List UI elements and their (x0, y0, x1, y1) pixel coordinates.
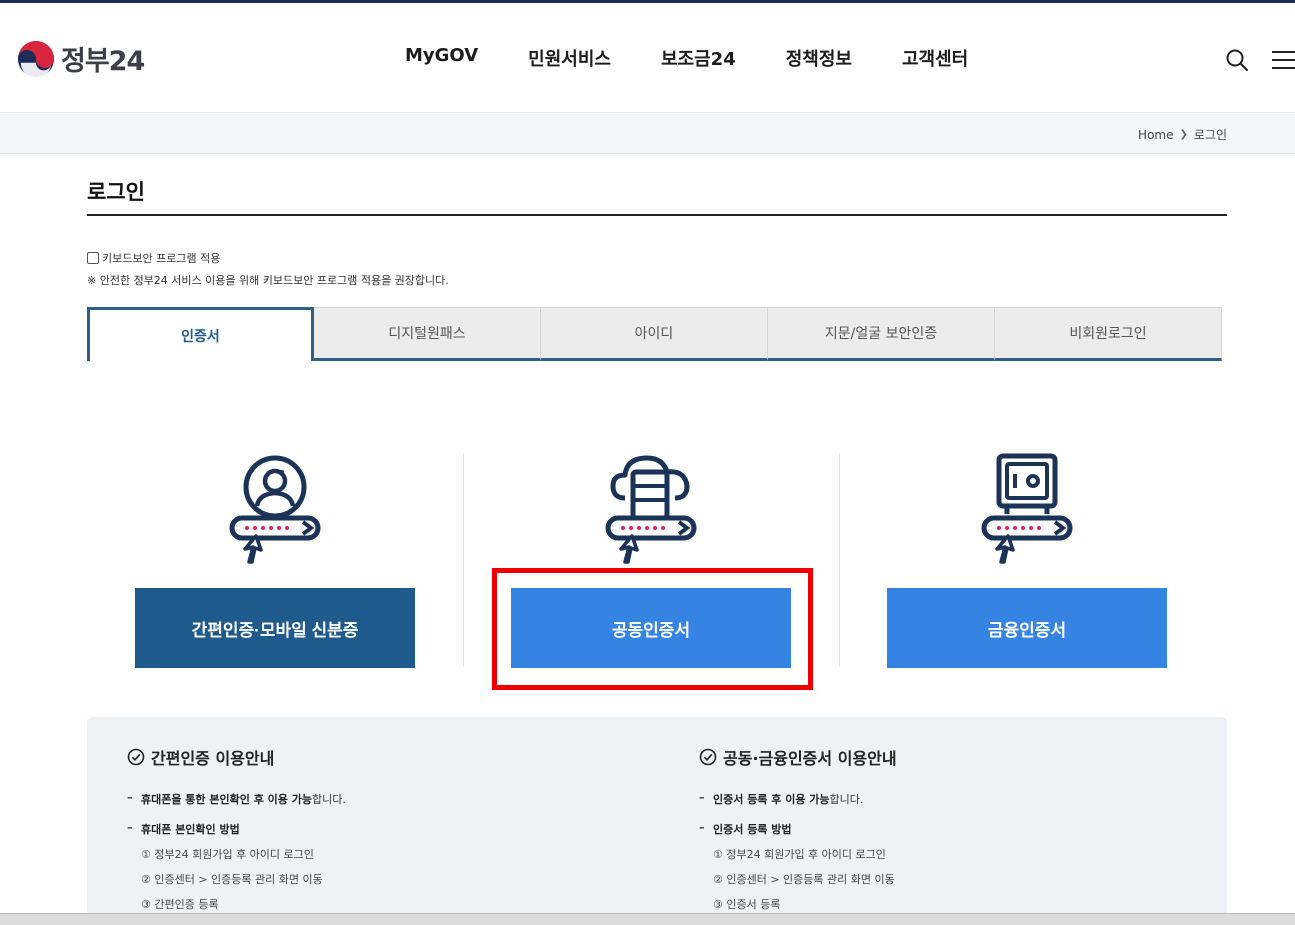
breadcrumb-bar: Home ❯ 로그인 (0, 114, 1295, 154)
check-circle-icon (699, 748, 717, 766)
tab-certificate[interactable]: 인증서 (87, 307, 314, 361)
tab-digital-onepass[interactable]: 디지털원패스 (314, 307, 541, 361)
person-login-icon (229, 455, 321, 564)
title-divider (87, 214, 1227, 216)
guide-step: ① 정부24 회원가입 후 아이디 로그인 (141, 848, 314, 861)
simple-auth-guide: 간편인증 이용안내 – 휴대폰을 통한 본인확인 후 이용 가능합니다. – 휴… (127, 745, 346, 912)
search-icon[interactable] (1225, 48, 1249, 72)
nav-civil-service[interactable]: 민원서비스 (528, 45, 611, 71)
chevron-right-icon: ❯ (1179, 129, 1188, 140)
breadcrumb-current: 로그인 (1193, 128, 1227, 142)
breadcrumb-home[interactable]: Home (1138, 128, 1173, 142)
keyboard-security-section: 키보드보안 프로그램 적용 ※ 안전한 정부24 서비스 이용을 위해 키보드보… (87, 250, 449, 288)
dash-icon: – (699, 791, 705, 804)
main-nav: MyGOV 민원서비스 보조금24 정책정보 고객센터 (405, 45, 968, 71)
simple-auth-mobile-id-button[interactable]: 간편인증·모바일 신분증 (135, 588, 415, 668)
guide-line-bold: 인증서 등록 후 이용 가능 (713, 793, 830, 806)
breadcrumb: Home ❯ 로그인 (1138, 126, 1227, 143)
login-option-joint-certificate: 공동인증서 (511, 450, 791, 668)
site-header: 정부24 MyGOV 민원서비스 보조금24 정책정보 고객센터 (0, 3, 1295, 113)
guide-step: ③ 인증서 등록 (713, 898, 781, 911)
page-title: 로그인 (87, 180, 145, 204)
tab-biometric[interactable]: 지문/얼굴 보안인증 (768, 307, 995, 361)
keyboard-security-checkbox[interactable] (87, 252, 99, 264)
dash-icon: – (127, 791, 133, 804)
guide-title: 간편인증 이용안내 (151, 749, 275, 768)
guide-title: 공동·금융인증서 이용안내 (723, 749, 897, 768)
guide-step: ① 정부24 회원가입 후 아이디 로그인 (713, 848, 886, 861)
menu-icon[interactable] (1272, 49, 1295, 71)
window-status-strip (0, 913, 1295, 925)
keyboard-security-label[interactable]: 키보드보안 프로그램 적용 (102, 250, 220, 266)
certificate-guide: 공동·금융인증서 이용안내 – 인증서 등록 후 이용 가능합니다. – 인증서… (699, 745, 897, 912)
highlight-box (492, 568, 813, 690)
guide-line-bold: 휴대폰 본인확인 방법 (141, 823, 240, 836)
guide-step: ② 인증센터 > 인증등록 관리 화면 이동 (713, 873, 895, 886)
tab-guest-login[interactable]: 비회원로그인 (995, 307, 1222, 361)
dash-icon: – (127, 821, 133, 834)
nav-mygov[interactable]: MyGOV (405, 45, 478, 71)
financial-certificate-button[interactable]: 금융인증서 (887, 588, 1167, 668)
cloud-certificate-icon (605, 455, 697, 564)
logo-text: 정부24 (61, 46, 145, 77)
tab-id[interactable]: 아이디 (541, 307, 768, 361)
guide-step: ② 인증센터 > 인증등록 관리 화면 이동 (141, 873, 323, 886)
login-method-tabs: 인증서 디지털원패스 아이디 지문/얼굴 보안인증 비회원로그인 (87, 307, 1223, 361)
login-option-financial-certificate: 금융인증서 (887, 450, 1167, 668)
option-divider (839, 453, 840, 667)
logo[interactable]: 정부24 (17, 39, 145, 78)
option-divider (463, 453, 464, 667)
nav-subsidy[interactable]: 보조금24 (661, 45, 736, 71)
guide-step: ③ 간편인증 등록 (141, 898, 219, 911)
check-circle-icon (127, 748, 145, 766)
guide-line-rest: 합니다. (829, 793, 864, 806)
guide-line-bold: 휴대폰을 통한 본인확인 후 이용 가능 (141, 793, 312, 806)
dash-icon: – (699, 821, 705, 834)
guide-line-rest: 합니다. (311, 793, 346, 806)
nav-policy-info[interactable]: 정책정보 (786, 45, 852, 71)
taegeuk-logo-icon (17, 40, 55, 78)
usage-guide-box: 간편인증 이용안내 – 휴대폰을 통한 본인확인 후 이용 가능합니다. – 휴… (87, 717, 1227, 917)
keyboard-security-note: ※ 안전한 정부24 서비스 이용을 위해 키보드보안 프로그램 적용을 권장합… (87, 274, 449, 287)
guide-line-bold: 인증서 등록 방법 (713, 823, 792, 836)
nav-customer-center[interactable]: 고객센터 (902, 45, 968, 71)
safe-certificate-icon (981, 453, 1073, 564)
login-option-simple-auth: 간편인증·모바일 신분증 (135, 450, 415, 668)
